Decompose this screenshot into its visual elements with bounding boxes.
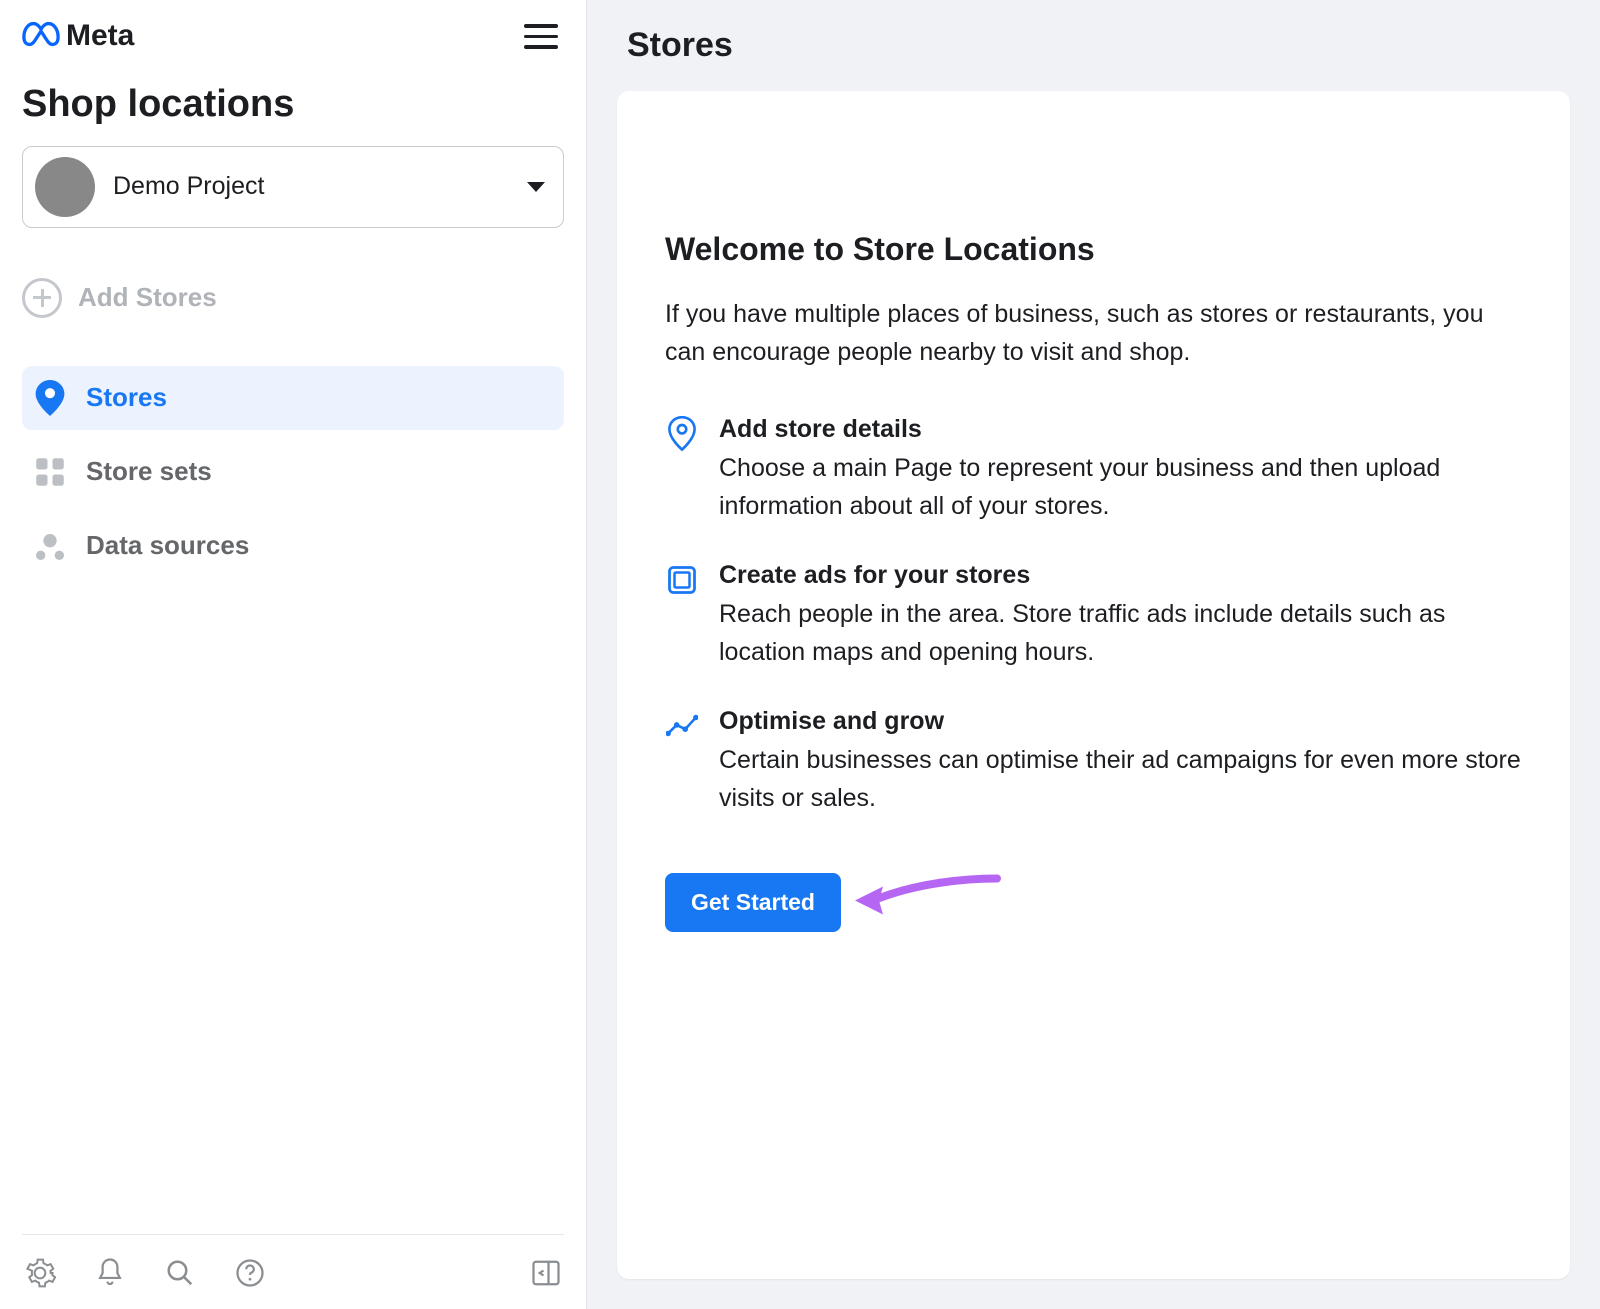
help-icon — [235, 1258, 265, 1288]
settings-button[interactable] — [22, 1255, 58, 1291]
bell-icon — [95, 1257, 125, 1289]
feature-title: Create ads for your stores — [719, 561, 1522, 590]
feature-add-store-details: Add store details Choose a main Page to … — [665, 415, 1522, 525]
ad-creative-icon — [665, 563, 699, 597]
get-started-button[interactable]: Get Started — [665, 873, 841, 932]
annotation-arrow-icon — [847, 870, 1007, 935]
pin-outline-icon — [665, 417, 699, 451]
search-button[interactable] — [162, 1255, 198, 1291]
sidebar-item-stores[interactable]: Stores — [22, 366, 564, 430]
welcome-card: Welcome to Store Locations If you have m… — [617, 91, 1570, 1279]
project-selector[interactable]: Demo Project — [22, 146, 564, 228]
hamburger-icon — [524, 24, 558, 28]
sidebar-item-label: Data sources — [86, 530, 249, 561]
meta-logo-icon — [22, 21, 60, 52]
feature-title: Add store details — [719, 415, 1522, 444]
feature-create-ads: Create ads for your stores Reach people … — [665, 561, 1522, 671]
feature-desc: Reach people in the area. Store traffic … — [719, 596, 1522, 671]
menu-button[interactable] — [518, 18, 564, 55]
avatar — [35, 157, 95, 217]
pin-icon — [32, 380, 68, 416]
welcome-title: Welcome to Store Locations — [665, 231, 1522, 268]
search-icon — [165, 1258, 195, 1288]
page-title: Stores — [627, 26, 1560, 65]
sidebar-item-label: Store sets — [86, 456, 212, 487]
feature-desc: Certain businesses can optimise their ad… — [719, 742, 1522, 817]
sidebar-title: Shop locations — [22, 83, 564, 126]
plus-circle-icon — [22, 278, 62, 318]
sidebar: Meta Shop locations Demo Project Add Sto… — [0, 0, 586, 1309]
sidebar-item-data-sources[interactable]: Data sources — [22, 514, 564, 578]
brand-name: Meta — [66, 19, 134, 53]
add-stores-button[interactable]: Add Stores — [22, 272, 564, 324]
help-button[interactable] — [232, 1255, 268, 1291]
main: Stores Welcome to Store Locations If you… — [586, 0, 1600, 1309]
panel-icon — [531, 1258, 561, 1288]
add-stores-label: Add Stores — [78, 282, 217, 313]
welcome-intro: If you have multiple places of business,… — [665, 296, 1522, 371]
bottom-toolbar — [22, 1234, 564, 1291]
main-header: Stores — [587, 0, 1600, 91]
feature-optimise-grow: Optimise and grow Certain businesses can… — [665, 707, 1522, 817]
nav-list: Stores Store sets Data sources — [22, 366, 564, 578]
data-sources-icon — [32, 528, 68, 564]
gear-icon — [24, 1257, 56, 1289]
feature-title: Optimise and grow — [719, 707, 1522, 736]
sidebar-item-label: Stores — [86, 382, 167, 413]
grid-icon — [32, 454, 68, 490]
feature-desc: Choose a main Page to represent your bus… — [719, 450, 1522, 525]
project-name: Demo Project — [113, 172, 509, 201]
chevron-down-icon — [527, 182, 545, 192]
sidebar-header: Meta — [22, 18, 564, 55]
sidebar-item-store-sets[interactable]: Store sets — [22, 440, 564, 504]
panel-toggle-button[interactable] — [528, 1255, 564, 1291]
growth-chart-icon — [665, 709, 699, 743]
notifications-button[interactable] — [92, 1255, 128, 1291]
brand[interactable]: Meta — [22, 19, 134, 53]
